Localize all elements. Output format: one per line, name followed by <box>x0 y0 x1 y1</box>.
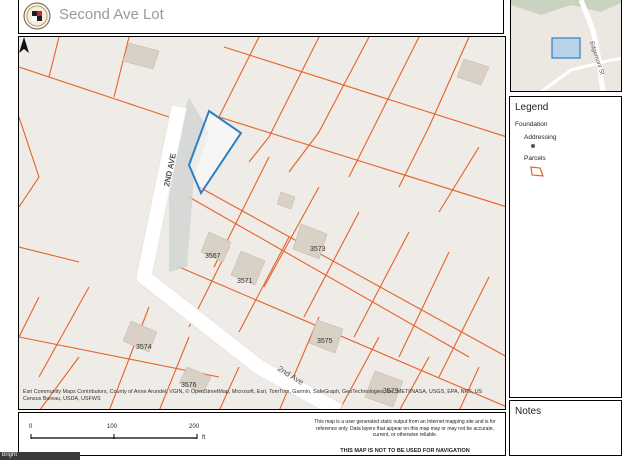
map-background <box>19 37 505 409</box>
scale-disclaimer-panel: 0 100 200 ft This map is a user generate… <box>18 412 506 456</box>
scale-label: 200 <box>189 424 200 430</box>
scale-bar: 0 100 200 ft <box>25 419 215 453</box>
addressing-point-icon <box>531 144 535 148</box>
map-canvas[interactable]: 2ND AVE 2nd Ave 3567 3571 3573 3574 3575… <box>19 37 506 410</box>
navigation-warning: THIS MAP IS NOT TO BE USED FOR NAVIGATIO… <box>340 448 470 454</box>
address-label: 3571 <box>237 278 253 285</box>
map-title: Second Ave Lot <box>59 6 164 23</box>
legend-group-foundation: Foundation <box>515 121 548 128</box>
address-label: 3567 <box>205 253 221 260</box>
scale-label: 0 <box>29 424 33 430</box>
north-arrow-icon <box>19 37 29 53</box>
scale-unit: ft <box>202 435 206 441</box>
notes-panel: Notes <box>509 400 622 456</box>
address-label: 3573 <box>310 246 326 253</box>
scale-bar-graphic <box>30 434 198 439</box>
county-seal-logo <box>23 2 51 30</box>
legend-panel: Legend Foundation Addressing Parcels <box>509 96 622 398</box>
address-label: 3576 <box>181 382 197 389</box>
address-label: 3575 <box>317 338 333 345</box>
legend-item-parcels: Parcels <box>524 155 546 162</box>
overview-extent-box <box>551 37 581 59</box>
bottom-status-bar: bright <box>0 452 80 460</box>
scale-label: 100 <box>107 424 118 430</box>
overview-map[interactable]: Edgemont St <box>510 0 622 92</box>
overview-map-canvas: Edgemont St <box>511 0 621 91</box>
map-layout-page: Second Ave Lot 2ND AVE 2nd Ave 3567 3571… <box>0 0 640 460</box>
parcel-symbol-icon <box>530 166 544 177</box>
legend-item-addressing: Addressing <box>524 134 557 141</box>
notes-title: Notes <box>515 406 542 417</box>
header-bar: Second Ave Lot <box>18 0 504 34</box>
bottom-bar-text: bright <box>2 452 18 458</box>
map-disclaimer: This map is a user generated static outp… <box>314 419 496 438</box>
address-label: 3574 <box>136 344 152 351</box>
map-attribution: Esri Community Maps Contributors, County… <box>23 389 483 402</box>
main-map[interactable]: 2ND AVE 2nd Ave 3567 3571 3573 3574 3575… <box>18 36 506 410</box>
legend-title: Legend <box>515 102 549 113</box>
